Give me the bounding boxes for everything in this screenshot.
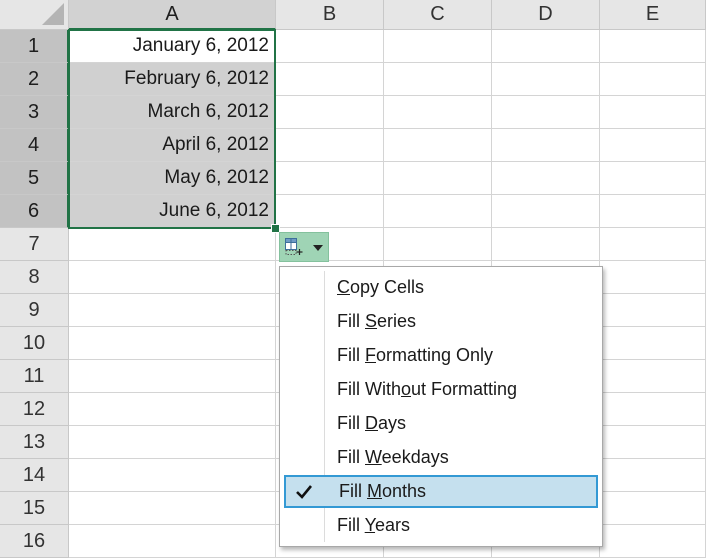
cell-e15[interactable]	[600, 492, 706, 525]
menu-item-label: Fill Series	[337, 311, 417, 331]
row-header-2[interactable]: 2	[0, 63, 69, 96]
menu-item-copy-cells[interactable]: Copy Cells	[284, 271, 598, 304]
menu-item-label: Fill Without Formatting	[337, 379, 518, 399]
cell-a2[interactable]: February 6, 2012	[69, 63, 276, 96]
cell-a9[interactable]	[69, 294, 276, 327]
cell-a7[interactable]	[69, 228, 276, 261]
menu-item-fill-weekdays[interactable]: Fill Weekdays	[284, 441, 598, 474]
cell-d1[interactable]	[492, 30, 600, 63]
column-header-e[interactable]: E	[600, 0, 706, 30]
cell-e6[interactable]	[600, 195, 706, 228]
row-header-9[interactable]: 9	[0, 294, 69, 327]
menu-item-label: Fill Formatting Only	[337, 345, 494, 365]
cell-e5[interactable]	[600, 162, 706, 195]
cell-a5[interactable]: May 6, 2012	[69, 162, 276, 195]
cell-a1[interactable]: January 6, 2012	[69, 30, 276, 63]
cell-e4[interactable]	[600, 129, 706, 162]
cell-e14[interactable]	[600, 459, 706, 492]
cell-a10[interactable]	[69, 327, 276, 360]
cell-d5[interactable]	[492, 162, 600, 195]
spreadsheet-grid[interactable]: A B C D E 1 January 6, 2012 2 February 6, 2…	[0, 0, 706, 559]
menu-item-label: Fill Months	[339, 481, 427, 501]
cell-d6[interactable]	[492, 195, 600, 228]
cell-c1[interactable]	[384, 30, 492, 63]
cell-e11[interactable]	[600, 360, 706, 393]
row-header-4[interactable]: 4	[0, 129, 69, 162]
row-header-5[interactable]: 5	[0, 162, 69, 195]
cell-a15[interactable]	[69, 492, 276, 525]
cell-c2[interactable]	[384, 63, 492, 96]
cell-e8[interactable]	[600, 261, 706, 294]
cell-b2[interactable]	[276, 63, 384, 96]
menu-item-fill-days[interactable]: Fill Days	[284, 407, 598, 440]
cell-e7[interactable]	[600, 228, 706, 261]
cell-a13[interactable]	[69, 426, 276, 459]
row-header-1[interactable]: 1	[0, 30, 69, 63]
menu-item-fill-months[interactable]: Fill Months	[284, 475, 598, 508]
cell-a12[interactable]	[69, 393, 276, 426]
column-header-b[interactable]: B	[276, 0, 384, 30]
cell-e13[interactable]	[600, 426, 706, 459]
cell-b4[interactable]	[276, 129, 384, 162]
row-header-6[interactable]: 6	[0, 195, 69, 228]
row-header-13[interactable]: 13	[0, 426, 69, 459]
column-header-a[interactable]: A	[69, 0, 276, 30]
cell-d4[interactable]	[492, 129, 600, 162]
menu-item-label: Fill Days	[337, 413, 407, 433]
auto-fill-options-menu: Copy Cells Fill Series Fill Formatting Onl…	[279, 266, 603, 547]
menu-item-label: Fill Weekdays	[337, 447, 449, 467]
cell-a3[interactable]: March 6, 2012	[69, 96, 276, 129]
cell-e10[interactable]	[600, 327, 706, 360]
row-header-15[interactable]: 15	[0, 492, 69, 525]
cell-b6[interactable]	[276, 195, 384, 228]
cell-d2[interactable]	[492, 63, 600, 96]
select-all-triangle	[42, 3, 64, 25]
cell-a4[interactable]: April 6, 2012	[69, 129, 276, 162]
row-header-14[interactable]: 14	[0, 459, 69, 492]
row-header-10[interactable]: 10	[0, 327, 69, 360]
cell-e2[interactable]	[600, 63, 706, 96]
cell-d7[interactable]	[492, 228, 600, 261]
row-header-7[interactable]: 7	[0, 228, 69, 261]
cell-c3[interactable]	[384, 96, 492, 129]
menu-item-fill-without-formatting[interactable]: Fill Without Formatting	[284, 373, 598, 406]
row-header-3[interactable]: 3	[0, 96, 69, 129]
menu-item-label: Fill Years	[337, 515, 411, 535]
cell-e12[interactable]	[600, 393, 706, 426]
cell-e3[interactable]	[600, 96, 706, 129]
cell-d3[interactable]	[492, 96, 600, 129]
select-all-corner[interactable]	[0, 0, 69, 30]
menu-item-fill-years[interactable]: Fill Years	[284, 509, 598, 542]
cell-c7[interactable]	[384, 228, 492, 261]
checkmark-icon	[286, 477, 322, 506]
cell-a14[interactable]	[69, 459, 276, 492]
cell-e9[interactable]	[600, 294, 706, 327]
cell-c6[interactable]	[384, 195, 492, 228]
cell-e16[interactable]	[600, 525, 706, 558]
cell-b1[interactable]	[276, 30, 384, 63]
cell-b3[interactable]	[276, 96, 384, 129]
column-header-c[interactable]: C	[384, 0, 492, 30]
cell-c4[interactable]	[384, 129, 492, 162]
row-header-11[interactable]: 11	[0, 360, 69, 393]
chevron-down-icon	[313, 245, 323, 251]
cell-e1[interactable]	[600, 30, 706, 63]
auto-fill-options-button[interactable]	[279, 232, 329, 262]
auto-fill-options-icon	[285, 238, 303, 255]
cell-a11[interactable]	[69, 360, 276, 393]
column-header-d[interactable]: D	[492, 0, 600, 30]
cell-a16[interactable]	[69, 525, 276, 558]
cell-b5[interactable]	[276, 162, 384, 195]
row-header-16[interactable]: 16	[0, 525, 69, 558]
menu-item-fill-formatting-only[interactable]: Fill Formatting Only	[284, 339, 598, 372]
row-header-12[interactable]: 12	[0, 393, 69, 426]
row-header-8[interactable]: 8	[0, 261, 69, 294]
menu-item-fill-series[interactable]: Fill Series	[284, 305, 598, 338]
cell-a8[interactable]	[69, 261, 276, 294]
cell-a6[interactable]: June 6, 2012	[69, 195, 276, 228]
menu-item-label: Copy Cells	[337, 277, 425, 297]
cell-c5[interactable]	[384, 162, 492, 195]
